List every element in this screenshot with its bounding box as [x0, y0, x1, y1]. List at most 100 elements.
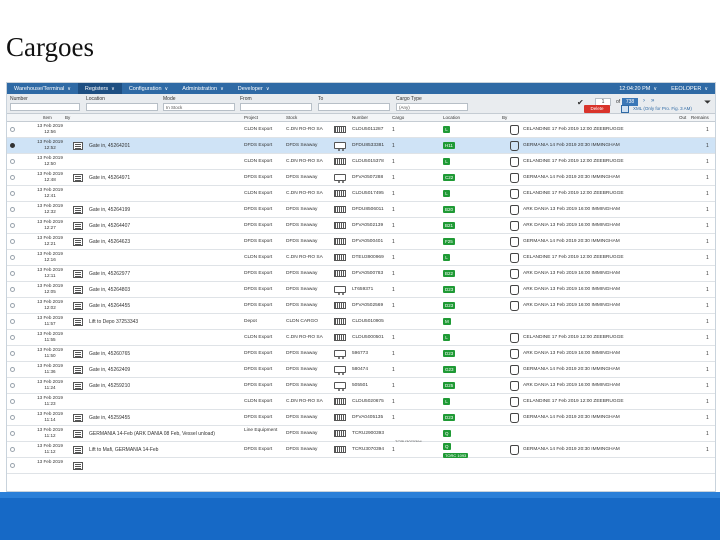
row-select-radio[interactable] [10, 127, 15, 132]
document-icon[interactable] [73, 350, 83, 358]
table-row[interactable]: 13 Feb 2019 11:50 Gate in, 45260765 DFDS Ex… [7, 346, 715, 362]
filter-icon[interactable]: ⏷ [704, 97, 711, 108]
document-icon[interactable] [73, 382, 83, 390]
menu-administration[interactable]: Administration ∨ [175, 83, 231, 94]
col-out[interactable]: Out [679, 115, 686, 120]
row-select-radio[interactable] [10, 287, 15, 292]
document-icon[interactable] [73, 462, 83, 470]
row-select-radio[interactable] [10, 239, 15, 244]
row-select-radio[interactable] [10, 383, 15, 388]
menu-configuration[interactable]: Configuration ∨ [122, 83, 175, 94]
container-icon [334, 254, 346, 261]
location-badge: Q [443, 443, 451, 450]
last-page-icon[interactable]: » [651, 98, 654, 104]
row-select-radio[interactable] [10, 431, 15, 436]
row-select-radio[interactable] [10, 415, 15, 420]
to-date-input[interactable] [318, 103, 390, 111]
document-icon[interactable] [73, 414, 83, 422]
row-select-radio[interactable] [10, 143, 15, 148]
document-icon[interactable] [73, 366, 83, 374]
table-row[interactable]: 13 Feb 2019 12:16 CLDN Export C.DN RO-RO SA… [7, 250, 715, 266]
document-icon[interactable] [73, 270, 83, 278]
check-icon[interactable]: ✔ [577, 98, 584, 107]
col-remains[interactable]: Remains [691, 115, 709, 120]
filter-bar: Number Location Mode In Stock From To Ca… [7, 94, 715, 114]
row-date: 13 Feb 2019 11:57 [29, 315, 71, 327]
row-select-radio[interactable] [10, 271, 15, 276]
document-icon[interactable] [73, 238, 83, 246]
row-select-radio[interactable] [10, 319, 15, 324]
table-row[interactable]: 13 Feb 2019 12:32 Gate in, 45264199 DFDS Ex… [7, 202, 715, 218]
mode-select[interactable]: In Stock [163, 103, 235, 111]
row-select-radio[interactable] [10, 191, 15, 196]
table-row[interactable]: 13 Feb 2019 12:56 CLDN Export C.DN RO-RO SA… [7, 122, 715, 138]
delete-button[interactable]: Delete [584, 105, 610, 113]
table-row[interactable]: 13 Feb 2019 12:21 Gate in, 45264623 DFDS Ex… [7, 234, 715, 250]
row-select-radio[interactable] [10, 335, 15, 340]
menu-registers[interactable]: Registers ∨ [77, 83, 122, 94]
location-badge: L [443, 190, 450, 197]
row-subject: Gate in, 45264455 [89, 303, 131, 309]
document-icon[interactable] [73, 142, 83, 150]
document-icon[interactable] [73, 206, 83, 214]
table-row[interactable]: 13 Feb 2019 12:05 Gate in, 45264803 DFDS Ex… [7, 282, 715, 298]
cargo-table-body: 13 Feb 2019 12:56 CLDN Export C.DN RO-RO SA… [7, 122, 715, 474]
row-select-radio[interactable] [10, 175, 15, 180]
xml-export-link[interactable]: XML (Only for Pro. Fig. 3 AM) [633, 106, 692, 111]
menu-warehouse-terminal[interactable]: Warehouse/Terminal ∨ [7, 83, 78, 94]
row-select-radio[interactable] [10, 399, 15, 404]
document-icon[interactable] [73, 222, 83, 230]
location-input[interactable] [86, 103, 158, 111]
table-row[interactable]: 13 Feb 2019 12:41 CLDN Export C.DN RO-RO SA… [7, 186, 715, 202]
document-icon[interactable] [73, 446, 83, 454]
document-icon[interactable] [73, 286, 83, 294]
col-by[interactable]: By [65, 115, 70, 120]
table-row[interactable]: 13 Feb 2019 11:55 CLDN Export C.DN RO-RO SA… [7, 330, 715, 346]
col-by-vessel[interactable]: By [502, 115, 507, 120]
document-icon[interactable] [73, 174, 83, 182]
table-row[interactable]: 13 Feb 2019 12:50 CLDN Export C.DN RO-RO SA… [7, 154, 715, 170]
col-location[interactable]: Location [443, 115, 460, 120]
xml-export-icon[interactable] [621, 105, 629, 113]
menu-developer[interactable]: Developer ∨ [231, 83, 277, 94]
col-cargo[interactable]: Cargo [392, 115, 404, 120]
row-select-radio[interactable] [10, 159, 15, 164]
col-item[interactable]: Item [43, 115, 52, 120]
clock-menu[interactable]: 12:04:20 PM ∨ [612, 83, 664, 94]
next-page-icon[interactable]: › [643, 98, 645, 104]
row-number: CLDU5000501 [352, 335, 384, 340]
table-row[interactable]: 13 Feb 2019 11:12 GERMANIA 14-Feb (ARK DAN… [7, 426, 715, 444]
row-date: 13 Feb 2019 12:21 [29, 235, 71, 247]
document-icon[interactable] [73, 302, 83, 310]
row-select-radio[interactable] [10, 207, 15, 212]
table-row[interactable]: 13 Feb 2019 11:14 Gate in, 45259455 DFDS Ex… [7, 410, 715, 426]
col-number[interactable]: Number [352, 115, 368, 120]
document-icon[interactable] [73, 430, 83, 438]
row-select-radio[interactable] [10, 447, 15, 452]
table-row[interactable]: 13 Feb 2019 12:02 Gate in, 45264455 DFDS Ex… [7, 298, 715, 314]
col-stock[interactable]: Stock [286, 115, 297, 120]
row-select-radio[interactable] [10, 255, 15, 260]
table-row[interactable]: 13 Feb 2019 11:12 Lift to Mafi, GERMANIA 1… [7, 442, 715, 458]
col-project[interactable]: Project [244, 115, 258, 120]
row-select-radio[interactable] [10, 223, 15, 228]
table-row[interactable]: 13 Feb 2019 12:52 Gate in, 45264201 DFDS Ex… [7, 138, 715, 154]
table-row[interactable]: 13 Feb 2019 12:48 Gate in, 45264971 DFDS Ex… [7, 170, 715, 186]
row-select-radio[interactable] [10, 367, 15, 372]
truck-icon [334, 350, 346, 359]
cargo-type-select[interactable]: (Any) [396, 103, 468, 111]
table-row[interactable]: 13 Feb 2019 [7, 458, 715, 474]
table-row[interactable]: 13 Feb 2019 11:36 Gate in, 45262409 DFDS Ex… [7, 362, 715, 378]
from-date-input[interactable] [240, 103, 312, 111]
table-row[interactable]: 13 Feb 2019 11:57 Lift to Depo 37253343 Dep… [7, 314, 715, 330]
table-row[interactable]: 13 Feb 2019 12:27 Gate in, 45264407 DFDS Ex… [7, 218, 715, 234]
row-select-radio[interactable] [10, 463, 15, 468]
number-input[interactable] [10, 103, 80, 111]
document-icon[interactable] [73, 318, 83, 326]
user-menu[interactable]: EEOLOPER ∨ [664, 83, 715, 94]
table-row[interactable]: 13 Feb 2019 11:23 CLDN Export C.DN RO-RO SA… [7, 394, 715, 410]
row-select-radio[interactable] [10, 351, 15, 356]
row-select-radio[interactable] [10, 303, 15, 308]
table-row[interactable]: 13 Feb 2019 12:11 Gate in, 45262977 DFDS Ex… [7, 266, 715, 282]
table-row[interactable]: 13 Feb 2019 11:24 Gate in, 45259210 DFDS Ex… [7, 378, 715, 394]
